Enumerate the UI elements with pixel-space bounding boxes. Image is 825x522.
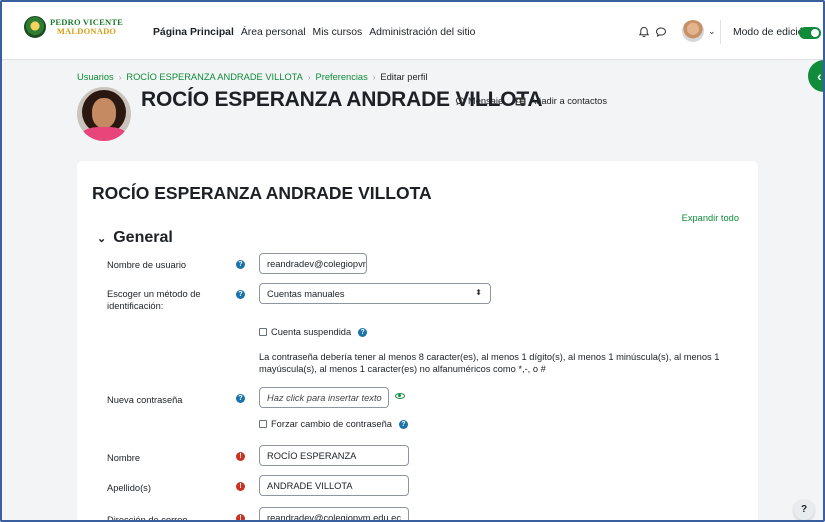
breadcrumb-users[interactable]: Usuarios bbox=[77, 72, 114, 82]
logo-text: PEDRO VICENTE MALDONADO bbox=[50, 18, 123, 36]
auth-method-select[interactable]: Cuentas manuales ⬍ bbox=[259, 283, 491, 304]
password-policy-note: La contraseña debería tener al menos 8 c… bbox=[259, 352, 720, 374]
help-icon[interactable]: ? bbox=[236, 290, 245, 299]
edit-mode-toggle[interactable] bbox=[799, 27, 821, 39]
email-label: Dirección de correo bbox=[107, 515, 188, 522]
help-button[interactable]: ? bbox=[794, 500, 814, 520]
add-contact-button[interactable]: Añadir a contactos bbox=[515, 96, 607, 106]
required-icon: ! bbox=[236, 514, 245, 522]
help-icon[interactable]: ? bbox=[358, 327, 368, 337]
breadcrumb-separator-icon: › bbox=[307, 72, 311, 82]
breadcrumb-preferences[interactable]: Preferencias bbox=[316, 72, 368, 82]
chat-icon bbox=[455, 97, 465, 106]
lastname-input[interactable]: ANDRADE VILLOTA bbox=[259, 475, 409, 496]
section-general-header[interactable]: ⌄ General bbox=[97, 229, 173, 247]
breadcrumb-separator-icon: › bbox=[372, 72, 376, 82]
block-drawer-toggle[interactable]: ‹ bbox=[808, 60, 825, 92]
chevron-down-icon[interactable]: ⌄ bbox=[708, 26, 716, 37]
firstname-input[interactable]: ROCÍO ESPERANZA bbox=[259, 445, 409, 466]
section-general-title: General bbox=[113, 229, 173, 246]
edit-mode-label: Modo de edición bbox=[733, 27, 810, 38]
message-label: Mensaje bbox=[468, 96, 504, 106]
force-change-checkbox[interactable] bbox=[259, 420, 267, 428]
auth-method-label: Escoger un método de identificación: bbox=[107, 289, 201, 311]
nav-site-admin[interactable]: Administración del sitio bbox=[369, 27, 475, 38]
site-logo[interactable]: PEDRO VICENTE MALDONADO bbox=[24, 16, 123, 38]
required-icon: ! bbox=[236, 452, 245, 461]
form-title: ROCÍO ESPERANZA ANDRADE VILLOTA bbox=[92, 183, 432, 203]
primary-navigation: Página Principal Área personal Mis curso… bbox=[153, 27, 482, 38]
lastname-label: Apellido(s) bbox=[107, 483, 151, 493]
eye-icon[interactable] bbox=[395, 393, 405, 399]
breadcrumb-current: Editar perfil bbox=[380, 72, 428, 82]
breadcrumb-separator-icon: › bbox=[118, 72, 122, 82]
new-password-label: Nueva contraseña bbox=[107, 395, 183, 405]
breadcrumb-user[interactable]: ROCÍO ESPERANZA ANDRADE VILLOTA bbox=[126, 72, 303, 82]
new-password-input[interactable]: Haz click para insertar texto bbox=[259, 387, 389, 408]
expand-all-link[interactable]: Expandir todo bbox=[682, 213, 739, 223]
email-input[interactable]: reandradev@colegiopvm.edu.ec bbox=[259, 507, 409, 522]
help-icon[interactable]: ? bbox=[236, 394, 245, 403]
add-contact-label: Añadir a contactos bbox=[530, 96, 608, 106]
suspended-checkbox-row[interactable]: Cuenta suspendida ? bbox=[259, 327, 368, 337]
school-seal-icon bbox=[24, 16, 46, 38]
username-input[interactable]: reandradev@colegiopvr bbox=[259, 253, 367, 274]
auth-method-value: Cuentas manuales bbox=[267, 289, 345, 299]
nav-home[interactable]: Página Principal bbox=[153, 27, 234, 38]
new-password-placeholder: Haz click para insertar texto bbox=[267, 393, 382, 403]
edit-profile-card: ROCÍO ESPERANZA ANDRADE VILLOTA Expandir… bbox=[77, 161, 758, 522]
help-icon[interactable]: ? bbox=[398, 419, 408, 429]
nav-dashboard[interactable]: Área personal bbox=[241, 27, 306, 38]
force-change-label: Forzar cambio de contraseña bbox=[271, 419, 392, 429]
force-change-checkbox-row[interactable]: Forzar cambio de contraseña ? bbox=[259, 419, 408, 429]
select-arrows-icon: ⬍ bbox=[475, 288, 482, 297]
pencil-icon bbox=[387, 393, 389, 401]
help-icon[interactable]: ? bbox=[236, 260, 245, 269]
chat-icon[interactable] bbox=[655, 26, 667, 38]
nav-my-courses[interactable]: Mis cursos bbox=[313, 27, 363, 38]
contact-card-icon bbox=[515, 97, 526, 105]
suspended-checkbox[interactable] bbox=[259, 328, 267, 336]
chevron-down-icon[interactable]: ⌄ bbox=[97, 232, 106, 245]
top-navbar: PEDRO VICENTE MALDONADO Página Principal… bbox=[2, 2, 823, 60]
message-button[interactable]: Mensaje bbox=[455, 96, 503, 106]
suspended-label: Cuenta suspendida bbox=[271, 327, 352, 337]
logo-line-2: MALDONADO bbox=[56, 26, 117, 36]
username-label: Nombre de usuario bbox=[107, 260, 187, 270]
user-menu-avatar[interactable] bbox=[682, 20, 704, 42]
profile-picture bbox=[77, 87, 131, 141]
required-icon: ! bbox=[236, 482, 245, 491]
firstname-label: Nombre bbox=[107, 453, 141, 463]
navbar-divider bbox=[720, 20, 721, 44]
bell-icon[interactable] bbox=[638, 26, 650, 38]
breadcrumb: Usuarios › ROCÍO ESPERANZA ANDRADE VILLO… bbox=[77, 72, 427, 82]
